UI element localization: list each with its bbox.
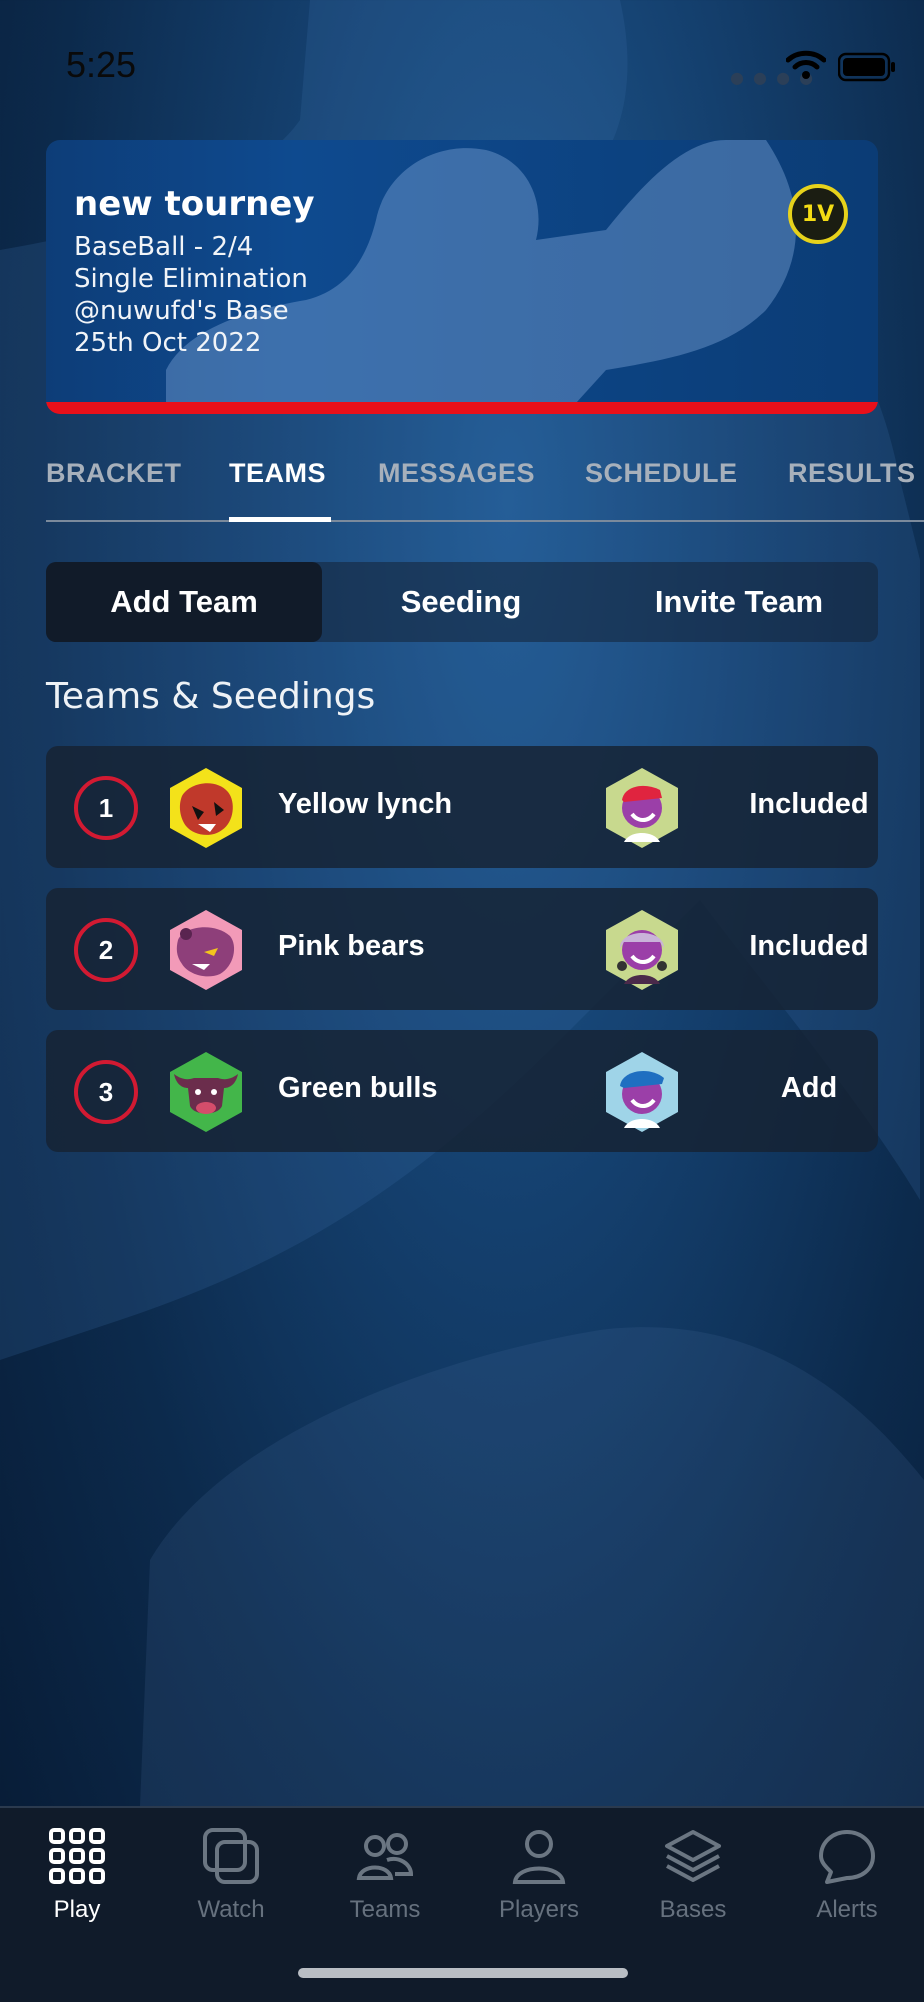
watch-icon bbox=[203, 1828, 259, 1884]
tournament-tabs: BRACKET TEAMS MESSAGES SCHEDULE RESULTS bbox=[46, 440, 924, 522]
layers-icon bbox=[665, 1830, 721, 1882]
status-bar: 5:25 ● ● ● ● bbox=[0, 0, 924, 130]
tiger-icon bbox=[170, 768, 242, 848]
tournament-sport: BaseBall - 2/4 bbox=[74, 232, 254, 262]
add-team-status-button[interactable]: Add bbox=[704, 1072, 914, 1105]
add-team-button[interactable]: Add Team bbox=[46, 562, 322, 642]
team-status-included[interactable]: Included bbox=[704, 930, 914, 963]
player-avatar-icon bbox=[606, 910, 678, 990]
tabbar-players[interactable]: Players bbox=[462, 1826, 616, 1924]
tabbar-label: Play bbox=[53, 1896, 101, 1923]
seeding-button[interactable]: Seeding bbox=[322, 562, 600, 642]
tab-bracket[interactable]: BRACKET bbox=[46, 458, 182, 489]
team-actions-segmented-control: Add Team Seeding Invite Team bbox=[46, 562, 878, 642]
bull-icon bbox=[170, 1052, 242, 1132]
tabbar-watch[interactable]: Watch bbox=[154, 1826, 308, 1924]
home-indicator bbox=[298, 1968, 628, 1978]
seed-number: 2 bbox=[74, 918, 138, 982]
tab-results[interactable]: RESULTS bbox=[788, 458, 916, 489]
tournament-venue: @nuwufd's Base bbox=[74, 296, 289, 326]
tabbar-teams[interactable]: Teams bbox=[308, 1826, 462, 1924]
grid-icon bbox=[49, 1828, 105, 1884]
people-icon bbox=[356, 1833, 414, 1880]
status-time: 5:25 bbox=[66, 44, 137, 85]
team-name: Green bulls bbox=[278, 1072, 438, 1104]
team-name: Yellow lynch bbox=[278, 788, 453, 820]
tabbar-play[interactable]: Play bbox=[0, 1826, 154, 1924]
player-avatar-icon bbox=[606, 1052, 678, 1132]
seed-number: 1 bbox=[74, 776, 138, 840]
tabbar-label: Bases bbox=[659, 1896, 727, 1923]
team-row[interactable]: 1 Yellow lynch Included bbox=[46, 746, 878, 868]
tournament-date: 25th Oct 2022 bbox=[74, 328, 262, 358]
chat-bubble-icon bbox=[819, 1830, 875, 1884]
battery-icon bbox=[838, 52, 895, 82]
tabbar-label: Watch bbox=[197, 1896, 265, 1923]
team-name: Pink bears bbox=[278, 930, 425, 962]
tabs-divider bbox=[46, 520, 924, 522]
tabbar-label: Players bbox=[498, 1896, 580, 1923]
tab-messages[interactable]: MESSAGES bbox=[378, 458, 535, 489]
seed-number: 3 bbox=[74, 1060, 138, 1124]
banner-accent-bar bbox=[46, 402, 878, 414]
tabbar-label: Teams bbox=[349, 1896, 421, 1923]
team-row[interactable]: 3 Green bulls Add bbox=[46, 1030, 878, 1152]
person-icon bbox=[512, 1830, 566, 1884]
tournament-banner[interactable]: new tourney BaseBall - 2/4 Single Elimin… bbox=[46, 140, 878, 414]
wifi-icon bbox=[786, 50, 826, 79]
player-avatar-icon bbox=[606, 768, 678, 848]
tabbar-alerts[interactable]: Alerts bbox=[770, 1826, 924, 1924]
tournament-format: Single Elimination bbox=[74, 264, 308, 294]
versus-badge: 1V bbox=[788, 184, 848, 244]
tab-teams[interactable]: TEAMS bbox=[229, 458, 326, 489]
tabbar-label: Alerts bbox=[816, 1896, 878, 1923]
tab-schedule[interactable]: SCHEDULE bbox=[585, 458, 738, 489]
team-status-included[interactable]: Included bbox=[704, 788, 914, 821]
invite-team-button[interactable]: Invite Team bbox=[600, 562, 878, 642]
active-tab-indicator bbox=[229, 517, 331, 522]
team-row[interactable]: 2 Pink bears Included bbox=[46, 888, 878, 1010]
section-title: Teams & Seedings bbox=[46, 676, 376, 717]
bear-icon bbox=[170, 910, 242, 990]
tabbar-bases[interactable]: Bases bbox=[616, 1826, 770, 1924]
tournament-title: new tourney bbox=[74, 184, 315, 224]
